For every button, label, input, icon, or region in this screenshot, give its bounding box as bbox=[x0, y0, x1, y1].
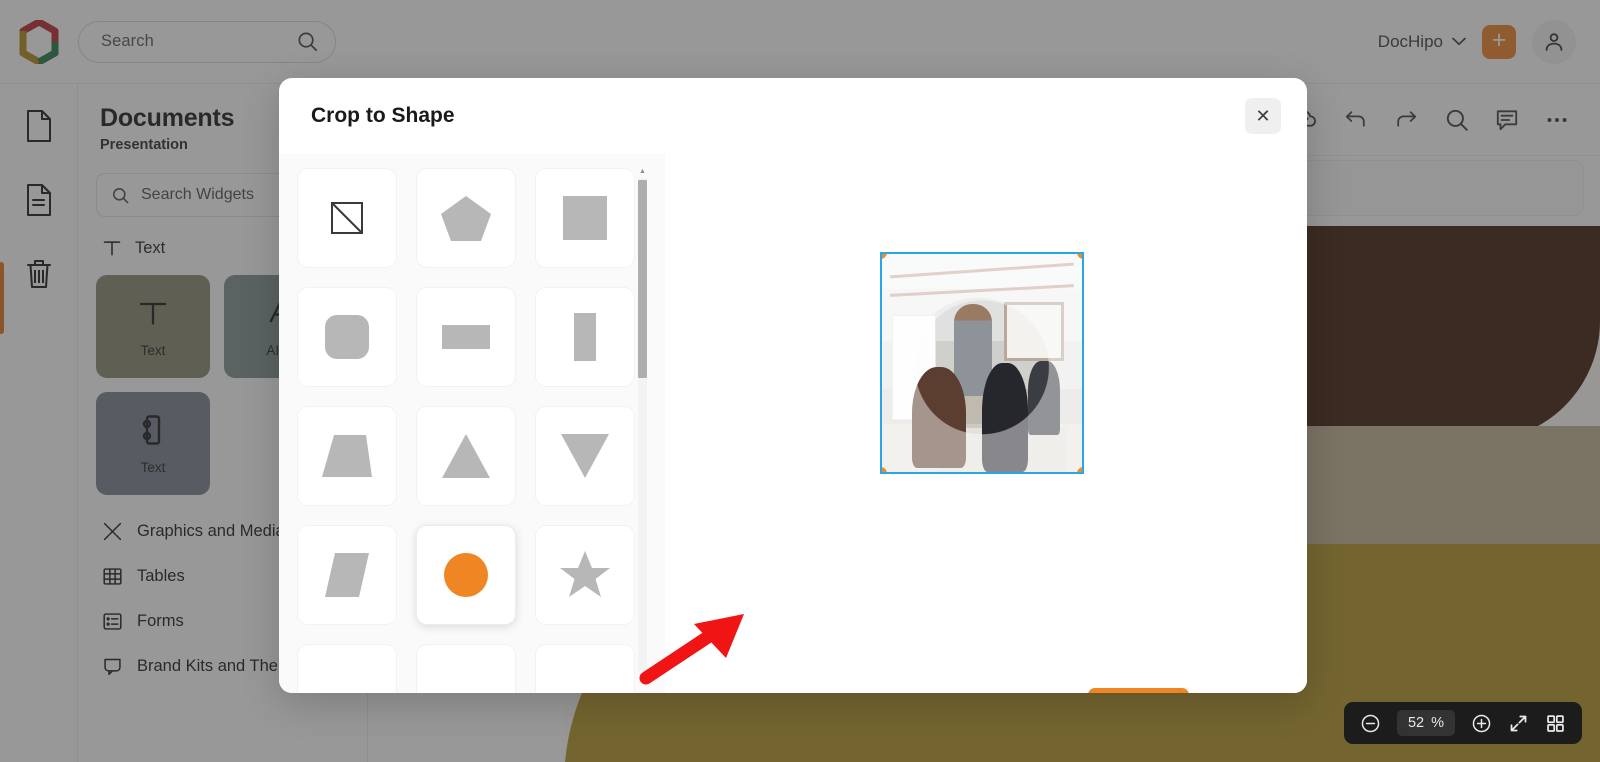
shape-option-extra-1[interactable] bbox=[297, 644, 397, 693]
shape-option-rectangle-wide[interactable] bbox=[416, 287, 516, 387]
photo-person bbox=[982, 363, 1028, 472]
fit-screen-icon[interactable] bbox=[1508, 713, 1529, 734]
photo-person bbox=[1028, 360, 1060, 435]
preview-photo bbox=[882, 254, 1082, 472]
star-icon bbox=[560, 551, 610, 597]
photo-beam bbox=[890, 262, 1074, 279]
photo-window bbox=[1004, 301, 1064, 361]
close-icon[interactable]: ✕ bbox=[1245, 98, 1281, 134]
dialog-body: ▲ ▼ bbox=[279, 154, 1307, 693]
annotation-arrow-icon bbox=[639, 614, 744, 685]
circle-icon bbox=[444, 553, 488, 597]
shape-option-pentagon[interactable] bbox=[416, 168, 516, 268]
trapezoid-icon bbox=[322, 435, 372, 477]
shape-option-none[interactable] bbox=[297, 168, 397, 268]
shape-option-rectangle-tall[interactable] bbox=[535, 287, 635, 387]
shape-option-square[interactable] bbox=[535, 168, 635, 268]
zoom-in-button[interactable] bbox=[1471, 713, 1492, 734]
square-icon bbox=[563, 196, 607, 240]
zoom-level-field[interactable]: 52 % bbox=[1397, 710, 1455, 736]
shape-picker-panel: ▲ ▼ bbox=[279, 154, 665, 693]
triangle-down-icon bbox=[561, 434, 609, 478]
dialog-header: Crop to Shape ✕ bbox=[279, 78, 1307, 154]
zoom-level-value: 52 bbox=[1407, 715, 1425, 731]
crop-preview-image[interactable] bbox=[880, 252, 1084, 474]
rectangle-tall-icon bbox=[574, 313, 596, 361]
photo-person bbox=[912, 367, 966, 468]
zoom-out-button[interactable] bbox=[1360, 713, 1381, 734]
grid-view-icon[interactable] bbox=[1545, 713, 1566, 734]
scroll-up-arrow-icon[interactable]: ▲ bbox=[638, 168, 647, 176]
zoom-control-bar: 52 % bbox=[1344, 702, 1582, 744]
shape-option-triangle-up[interactable] bbox=[416, 406, 516, 506]
zoom-level-unit: % bbox=[1431, 715, 1445, 731]
shape-option-circle[interactable] bbox=[416, 525, 516, 625]
shape-option-rounded-square[interactable] bbox=[297, 287, 397, 387]
crop-to-shape-dialog: Crop to Shape ✕ ▲ bbox=[279, 78, 1307, 693]
scrollbar-thumb[interactable] bbox=[638, 180, 647, 378]
parallelogram-icon bbox=[325, 553, 369, 597]
shape-option-parallelogram[interactable] bbox=[297, 525, 397, 625]
apply-button[interactable]: Apply bbox=[1088, 688, 1189, 693]
shape-option-triangle-down[interactable] bbox=[535, 406, 635, 506]
rectangle-wide-icon bbox=[442, 325, 490, 349]
dialog-title: Crop to Shape bbox=[311, 104, 455, 127]
shape-option-extra-2[interactable] bbox=[416, 644, 516, 693]
shape-option-trapezoid[interactable] bbox=[297, 406, 397, 506]
rounded-square-icon bbox=[325, 315, 369, 359]
no-shape-icon bbox=[331, 202, 363, 234]
triangle-up-icon bbox=[442, 434, 490, 478]
pentagon-icon bbox=[441, 196, 491, 241]
photo-beam bbox=[890, 284, 1074, 297]
resize-handle-bottom-right[interactable] bbox=[1077, 467, 1082, 472]
